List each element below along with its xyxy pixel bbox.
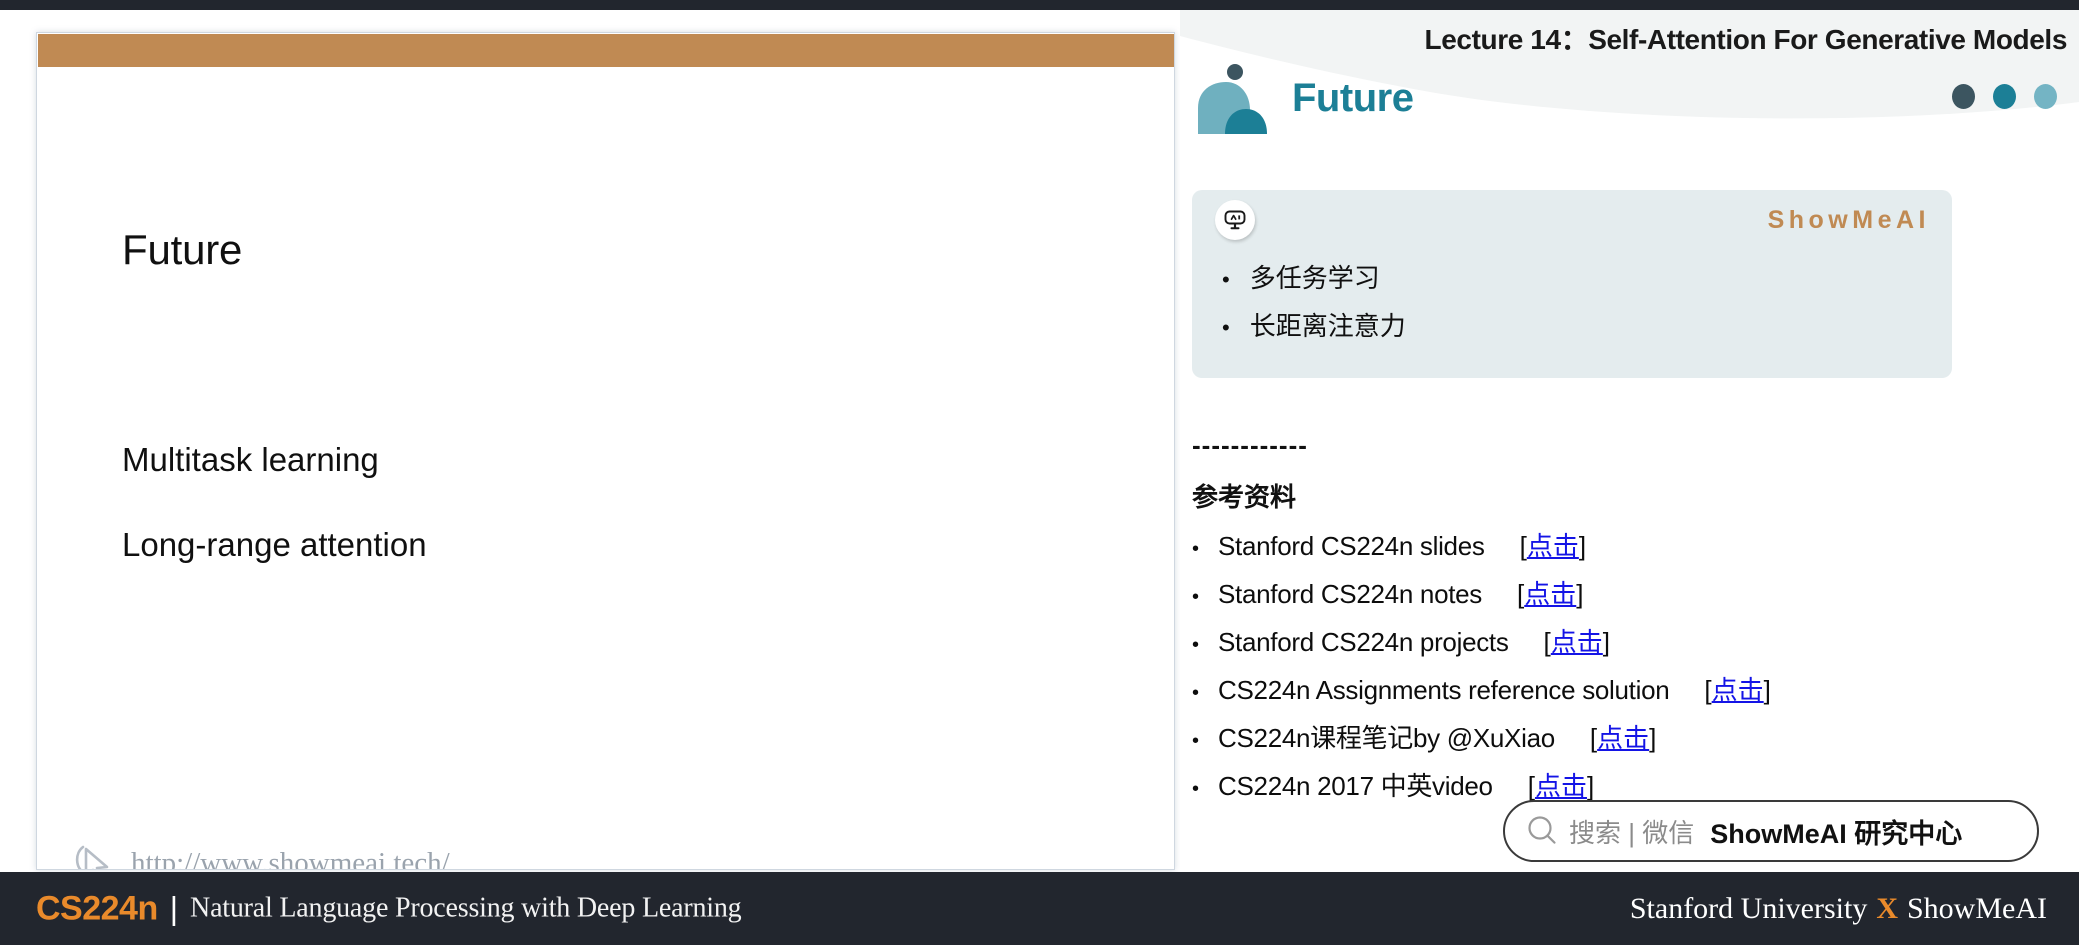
reference-link[interactable]: 点击 (1524, 579, 1576, 609)
reference-link-wrap: [点击] (1590, 718, 1656, 755)
reference-link-wrap: [点击] (1528, 766, 1594, 803)
reference-link-wrap: [点击] (1517, 574, 1583, 611)
reference-label: Stanford CS224n projects (1218, 627, 1509, 657)
bullet-dot-icon: • (1192, 586, 1200, 608)
callout-bullet-text: 多任务学习 (1249, 263, 1380, 293)
bullet-dot-icon: • (1192, 682, 1200, 704)
lecture-title: Lecture 14：Self-Attention For Generative… (1424, 24, 2068, 55)
reference-label: CS224n 2017 中英video (1218, 771, 1493, 801)
dot-light-icon (2034, 84, 2057, 109)
reference-link-wrap: [点击] (1544, 622, 1610, 659)
summary-callout-box: ShowMeAI • 多任务学习 • 长距离注意力 (1192, 190, 1952, 378)
slide-accent-bar (38, 34, 1174, 67)
reference-link[interactable]: 点击 (1535, 771, 1587, 801)
callout-bullet-2: • 长距离注意力 (1222, 306, 1406, 343)
bracket-close: ] (1578, 531, 1587, 561)
bracket-open: [ (1704, 675, 1712, 705)
bullet-dot-icon: • (1192, 778, 1200, 800)
top-dark-strip (0, 0, 2079, 10)
watermark-url: http://www.showmeai.tech/ (131, 846, 450, 870)
slide-title: Future (122, 226, 243, 273)
slide-card[interactable]: Future Multitask learning Long-range att… (36, 32, 1175, 870)
notes-divider: ------------ (1192, 430, 1308, 460)
footer-separator: | (169, 890, 179, 926)
footer-partner: ShowMeAI (1907, 891, 2047, 925)
reference-link[interactable]: 点击 (1527, 531, 1579, 561)
bullet-dot-icon: • (1192, 730, 1200, 752)
reference-row: • CS224n课程笔记by @XuXiao [点击] (1192, 718, 2072, 766)
dot-dark-icon (1952, 84, 1975, 109)
footer-course-code: CS224n (36, 889, 158, 927)
reference-label: CS224n Assignments reference solution (1218, 675, 1670, 705)
callout-bullet-1: • 多任务学习 (1222, 258, 1380, 295)
slide-body-line-1: Multitask learning (122, 441, 379, 478)
notes-panel: Lecture 14：Self-Attention For Generative… (1180, 10, 2079, 872)
reference-row: • CS224n Assignments reference solution … (1192, 670, 2072, 718)
footer-right-group: Stanford University X ShowMeAI (1630, 892, 2047, 926)
bullet-dot-icon: • (1222, 267, 1230, 292)
dot-teal-icon (1993, 84, 2016, 109)
footer-course-subtitle: Natural Language Processing with Deep Le… (190, 892, 742, 924)
future-logo: Future (1188, 62, 1488, 134)
reference-label: CS224n课程笔记by @XuXiao (1218, 723, 1555, 753)
reference-label: Stanford CS224n notes (1218, 579, 1483, 609)
reference-row: • Stanford CS224n notes [点击] (1192, 574, 2072, 622)
search-icon (1528, 816, 1556, 844)
bracket-close: ] (1763, 675, 1771, 705)
reference-row: • Stanford CS224n projects [点击] (1192, 622, 2072, 670)
bracket-open: [ (1519, 531, 1527, 561)
bracket-close: ] (1649, 723, 1657, 753)
bullet-dot-icon: • (1192, 634, 1200, 656)
reference-link-wrap: [点击] (1704, 670, 1770, 707)
wechat-search-pill[interactable]: 搜索 | 微信 ShowMeAI 研究中心 (1503, 800, 2039, 862)
ai-robot-badge (1215, 200, 1255, 240)
slide-body-line-2: Long-range attention (122, 526, 427, 563)
callout-bullet-text: 长距离注意力 (1249, 311, 1406, 341)
footer-x-mark: X (1876, 891, 1898, 925)
reference-link[interactable]: 点击 (1597, 723, 1649, 753)
footer-university: Stanford University (1629, 891, 1868, 925)
future-logo-word: Future (1292, 76, 1414, 120)
search-placeholder-text: 搜索 | 微信 (1569, 817, 1695, 848)
ai-robot-icon (1224, 210, 1246, 230)
bracket-open: [ (1543, 627, 1551, 657)
reference-link[interactable]: 点击 (1712, 675, 1764, 705)
footer-left-group: CS224n | Natural Language Processing wit… (36, 889, 742, 928)
bullet-dot-icon: • (1192, 538, 1200, 560)
references-heading: 参考资料 (1192, 482, 1297, 512)
future-logo-mark-icon (1198, 64, 1267, 134)
cursor-icon (75, 845, 109, 869)
references-list: • Stanford CS224n slides [点击] • Stanford… (1192, 526, 2072, 814)
reference-link-wrap: [点击] (1520, 526, 1586, 563)
footer-bar: CS224n | Natural Language Processing wit… (0, 872, 2079, 945)
reference-label: Stanford CS224n slides (1218, 531, 1485, 561)
reference-link[interactable]: 点击 (1551, 627, 1603, 657)
bracket-close: ] (1602, 627, 1611, 657)
slide-watermark: http://www.showmeai.tech/ (73, 841, 450, 870)
bracket-open: [ (1527, 771, 1535, 801)
showmeai-watermark: ShowMeAI (1767, 206, 1930, 234)
header-dots (1952, 84, 2057, 109)
slide-panel: Future Multitask learning Long-range att… (0, 10, 1180, 872)
bracket-close: ] (1576, 579, 1584, 609)
bullet-dot-icon: • (1222, 315, 1230, 340)
reference-row: • Stanford CS224n slides [点击] (1192, 526, 2072, 574)
search-brand-text: ShowMeAI 研究中心 (1710, 818, 1963, 849)
bracket-close: ] (1586, 771, 1595, 801)
